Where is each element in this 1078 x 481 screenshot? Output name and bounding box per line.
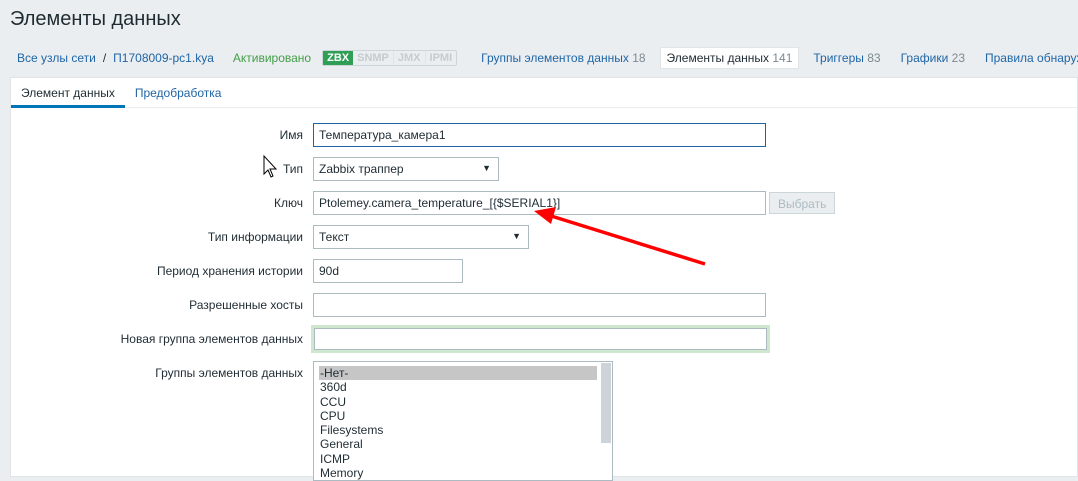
arrow-head-icon — [534, 207, 556, 224]
arrow-line-icon — [547, 213, 706, 266]
annotation-arrow — [263, 154, 706, 266]
mouse-cursor-icon — [263, 154, 278, 178]
